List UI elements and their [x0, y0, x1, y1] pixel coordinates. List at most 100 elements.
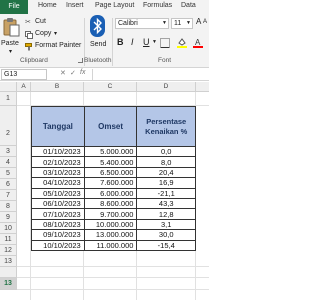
row-header[interactable]: 1 — [0, 92, 17, 106]
insert-function-icon[interactable]: fx — [80, 69, 85, 76]
worksheet-grid[interactable]: A B C D 1 2 3 4 5 6 7 8 9 10 11 12 13 13… — [0, 82, 209, 300]
cell-tanggal[interactable]: 05/10/2023 — [31, 187, 85, 199]
row-header[interactable]: 5 — [0, 168, 17, 179]
grow-font-button[interactable]: A — [196, 17, 201, 26]
cut-button[interactable]: ✂ Cut — [25, 18, 55, 28]
row-header[interactable]: 6 — [0, 179, 17, 190]
row-header[interactable]: 8 — [0, 201, 17, 212]
cell-tanggal[interactable]: 02/10/2023 — [31, 156, 85, 168]
row-header[interactable]: 12 — [0, 245, 17, 256]
cell-tanggal[interactable]: 08/10/2023 — [31, 218, 85, 231]
row-header[interactable]: 7 — [0, 190, 17, 201]
format-painter-button[interactable]: Format Painter — [25, 42, 81, 52]
cell-persentase[interactable]: 43,3 — [136, 197, 196, 210]
cell-omset[interactable]: 8.600.000 — [83, 197, 138, 210]
cell-persentase[interactable]: 30,0 — [136, 229, 196, 241]
borders-icon[interactable] — [160, 38, 170, 48]
row-header[interactable]: 4 — [0, 157, 17, 168]
send-button[interactable]: Send — [87, 15, 109, 55]
header-omset[interactable]: Omset — [83, 106, 138, 147]
cell-tanggal[interactable]: 06/10/2023 — [31, 197, 85, 210]
cell-persentase[interactable]: 16,9 — [136, 177, 196, 189]
italic-button[interactable]: I — [131, 37, 134, 47]
bluetooth-group-label: Bluetooth — [84, 57, 112, 64]
tab-file[interactable]: File — [0, 0, 28, 14]
tab-insert[interactable]: Insert — [66, 2, 84, 9]
name-box[interactable]: G13 — [1, 69, 47, 80]
tab-formulas[interactable]: Formulas — [143, 2, 172, 9]
table-row: 05/10/2023 6.000.000 -21,1 — [31, 187, 196, 199]
cell-omset[interactable]: 7.600.000 — [83, 177, 138, 189]
cell-omset[interactable]: 5.000.000 — [83, 145, 138, 158]
row-header[interactable]: 2 — [0, 106, 17, 146]
row-header[interactable]: 13 — [0, 256, 17, 267]
tab-data[interactable]: Data — [181, 2, 196, 9]
column-header-b[interactable]: B — [31, 82, 84, 92]
row-header[interactable]: 9 — [0, 212, 17, 223]
cell-tanggal[interactable]: 10/10/2023 — [31, 239, 85, 251]
copy-label: Copy — [35, 30, 52, 37]
cell-persentase[interactable]: 0,0 — [136, 145, 196, 158]
cell-tanggal[interactable]: 07/10/2023 — [31, 208, 85, 220]
column-header-d[interactable]: D — [137, 82, 196, 92]
cell-tanggal[interactable]: 09/10/2023 — [31, 229, 85, 241]
cell-persentase[interactable]: 12,8 — [136, 208, 196, 220]
shrink-font-button[interactable]: A — [203, 19, 207, 25]
column-header-e[interactable] — [196, 82, 209, 92]
cell-omset[interactable]: 11.000.000 — [83, 239, 138, 251]
copy-dropdown-arrow[interactable]: ▾ — [54, 30, 57, 37]
cell-omset[interactable]: 6.000.000 — [83, 187, 138, 199]
ribbon: Paste ▾ ✂ Cut Copy ▾ Format Painter Clip… — [0, 14, 209, 68]
tab-home[interactable]: Home — [38, 2, 57, 9]
column-header-a[interactable]: A — [17, 82, 31, 92]
cell-persentase[interactable]: -21,1 — [136, 187, 196, 199]
row-header[interactable]: 10 — [0, 223, 17, 234]
cell-persentase[interactable]: 8,0 — [136, 156, 196, 168]
table-row: 09/10/2023 13.000.000 30,0 — [31, 229, 196, 241]
chevron-down-icon[interactable]: ▼ — [162, 20, 167, 26]
row-header[interactable]: 11 — [0, 234, 17, 245]
cell-tanggal[interactable]: 01/10/2023 — [31, 145, 85, 158]
send-label: Send — [90, 41, 107, 48]
column-header-c[interactable]: C — [84, 82, 137, 92]
cell-omset[interactable]: 5.400.000 — [83, 156, 138, 168]
chevron-down-icon[interactable]: ▼ — [186, 20, 191, 26]
font-size-select[interactable]: 11 ▼ — [171, 18, 193, 29]
row-header[interactable] — [0, 267, 17, 278]
fill-color-icon[interactable] — [177, 37, 187, 48]
cell-tanggal[interactable]: 04/10/2023 — [31, 177, 85, 189]
font-color-icon[interactable]: A — [193, 37, 203, 48]
cell-omset[interactable]: 9.700.000 — [83, 208, 138, 220]
select-all-corner[interactable] — [0, 82, 17, 92]
cell-omset[interactable]: 10.000.000 — [83, 218, 138, 231]
header-tanggal[interactable]: Tanggal — [31, 106, 85, 147]
sales-table: Tanggal Omset Persentase Kenaikan % 01/1… — [31, 106, 196, 251]
clipboard-dialog-launcher[interactable] — [78, 58, 83, 63]
font-size-value: 11 — [174, 20, 182, 27]
paste-button[interactable]: Paste ▾ — [1, 17, 23, 55]
copy-button[interactable]: Copy ▾ — [25, 30, 65, 40]
bold-button[interactable]: B — [117, 37, 124, 47]
cell-persentase[interactable]: 20,4 — [136, 166, 196, 179]
paste-dropdown-arrow[interactable]: ▾ — [9, 48, 12, 55]
cell-persentase[interactable]: -15,4 — [136, 239, 196, 251]
tab-page-layout[interactable]: Page Layout — [95, 2, 134, 9]
row-header[interactable]: 3 — [0, 146, 17, 157]
header-persentase-kenaikan[interactable]: Persentase Kenaikan % — [136, 106, 196, 147]
cell-tanggal[interactable]: 03/10/2023 — [31, 166, 85, 179]
underline-dropdown-icon[interactable]: ▼ — [152, 39, 157, 45]
table-row: 06/10/2023 8.600.000 43,3 — [31, 197, 196, 210]
formula-input[interactable] — [92, 69, 208, 80]
cut-label: Cut — [35, 18, 46, 25]
font-name-select[interactable]: Calibri ▼ — [115, 18, 169, 29]
cell-persentase[interactable]: 3,1 — [136, 218, 196, 231]
grid-line — [17, 266, 209, 267]
row-header-selected[interactable]: 13 — [0, 278, 17, 290]
enter-icon[interactable]: ✓ — [70, 69, 76, 77]
cell-omset[interactable]: 13.000.000 — [83, 229, 138, 241]
underline-button[interactable]: U — [143, 37, 150, 47]
paste-label: Paste — [1, 40, 19, 47]
cell-omset[interactable]: 6.500.000 — [83, 166, 138, 179]
format-painter-label: Format Painter — [35, 42, 82, 49]
cancel-icon[interactable]: ✕ — [60, 69, 66, 77]
